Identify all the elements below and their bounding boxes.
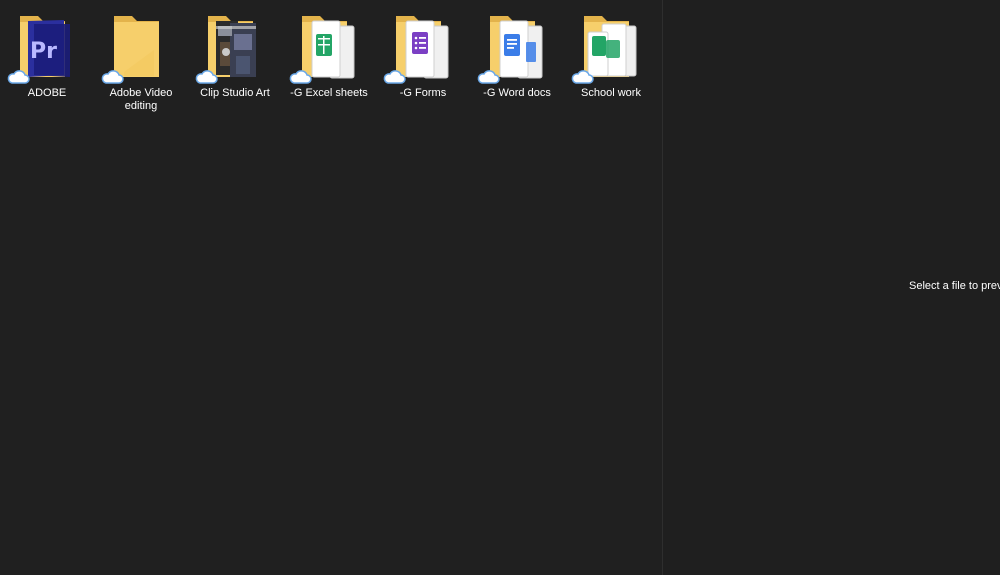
folder-item-school-work[interactable]: School work bbox=[564, 12, 658, 116]
svg-text:Pr: Pr bbox=[30, 39, 57, 64]
folder-label: School work bbox=[581, 87, 641, 99]
folder-label: Adobe Video editing bbox=[109, 87, 173, 112]
folder-label: ADOBE bbox=[27, 87, 67, 99]
folder-label: Clip Studio Art bbox=[200, 87, 270, 99]
preview-pane: Select a file to preview. bbox=[663, 0, 1000, 575]
cloud-icon bbox=[6, 69, 30, 85]
cloud-icon bbox=[288, 69, 312, 85]
cloud-icon bbox=[382, 69, 406, 85]
folder-item-g-forms[interactable]: -G Forms bbox=[376, 12, 470, 116]
cloud-icon bbox=[570, 69, 594, 85]
folder-label: -G Forms bbox=[399, 87, 447, 99]
folder-label: -G Word docs bbox=[483, 87, 551, 99]
folder-label: -G Excel sheets bbox=[290, 87, 368, 99]
file-list-pane[interactable]: Pr ADOBE Adobe Video editing Clip Studio… bbox=[0, 0, 662, 575]
cloud-icon bbox=[194, 69, 218, 85]
folder-item-clip-studio-art[interactable]: Clip Studio Art bbox=[188, 12, 282, 116]
folder-item-adobe[interactable]: Pr ADOBE bbox=[0, 12, 94, 116]
folder-item-g-excel-sheets[interactable]: -G Excel sheets bbox=[282, 12, 376, 116]
preview-message: Select a file to preview. bbox=[909, 280, 1000, 292]
cloud-icon bbox=[100, 69, 124, 85]
file-explorer-window: Pr ADOBE Adobe Video editing Clip Studio… bbox=[0, 0, 1000, 575]
folder-item-adobe-video-editing[interactable]: Adobe Video editing bbox=[94, 12, 188, 116]
cloud-icon bbox=[476, 69, 500, 85]
folder-item-g-word-docs[interactable]: -G Word docs bbox=[470, 12, 564, 116]
